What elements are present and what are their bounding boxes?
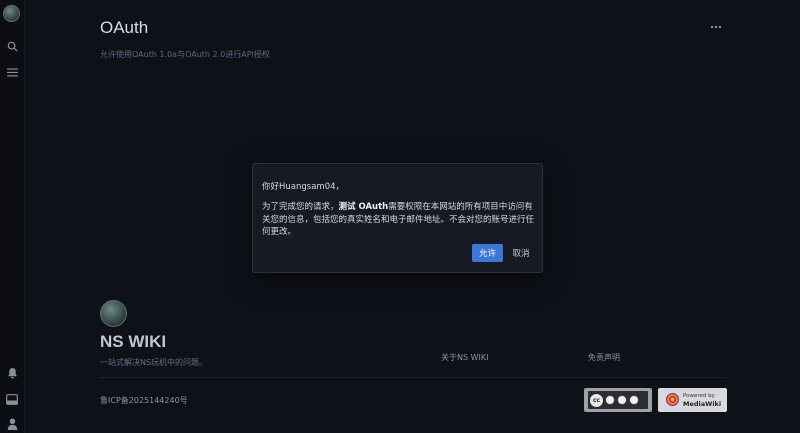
cc-logo-icon: cc: [590, 393, 603, 407]
site-tagline: 一站式解决NS玩机中的问题。: [100, 358, 208, 367]
page-subtitle: 允许使用OAuth 1.0a与OAuth 2.0进行API授权: [100, 50, 270, 59]
mediawiki-badge-line1: Powered by: [683, 393, 715, 399]
message-prefix: 为了完成您的请求，: [262, 202, 339, 212]
menu-icon[interactable]: [3, 63, 21, 81]
footer-link-disclaimer[interactable]: 免责声明: [588, 352, 620, 363]
powered-by-mediawiki-badge[interactable]: Powered by MediaWiki: [658, 388, 727, 412]
footer-link-about[interactable]: 关于NS WIKI: [441, 352, 488, 363]
cc-by-icon: [605, 395, 615, 405]
inbox-icon[interactable]: [3, 390, 21, 408]
user-avatar[interactable]: [3, 5, 20, 22]
mediawiki-badge-line2: MediaWiki: [683, 400, 722, 408]
allow-button[interactable]: 允许: [472, 244, 503, 262]
footer-divider: [100, 377, 727, 378]
cc-license-badge[interactable]: cc: [584, 388, 652, 412]
app-name: 测试 OAuth: [338, 202, 389, 212]
more-options-icon[interactable]: [708, 22, 724, 32]
icp-license-link[interactable]: 鲁ICP备2025144240号: [100, 395, 188, 406]
sidebar: [0, 0, 25, 433]
user-icon[interactable]: [3, 415, 21, 433]
site-logo[interactable]: [100, 300, 127, 327]
cancel-button[interactable]: 取消: [508, 244, 534, 262]
dialog-message: 为了完成您的请求，测试 OAuth需要权限在本网站的所有项目中访问有关您的信息，…: [262, 201, 534, 239]
cc-badge-inner: cc: [588, 391, 648, 409]
site-name: NS WIKI: [100, 332, 167, 351]
search-icon[interactable]: [3, 37, 21, 55]
bell-icon[interactable]: [3, 364, 21, 382]
cc-nc-icon: [617, 395, 627, 405]
mediawiki-logo-icon: [666, 393, 679, 406]
dialog-greeting: 你好Huangsam04，: [262, 182, 345, 192]
page-title: OAuth: [100, 18, 149, 37]
cc-sa-icon: [629, 395, 639, 405]
oauth-authorization-dialog: 你好Huangsam04， 为了完成您的请求，测试 OAuth需要权限在本网站的…: [252, 163, 543, 273]
